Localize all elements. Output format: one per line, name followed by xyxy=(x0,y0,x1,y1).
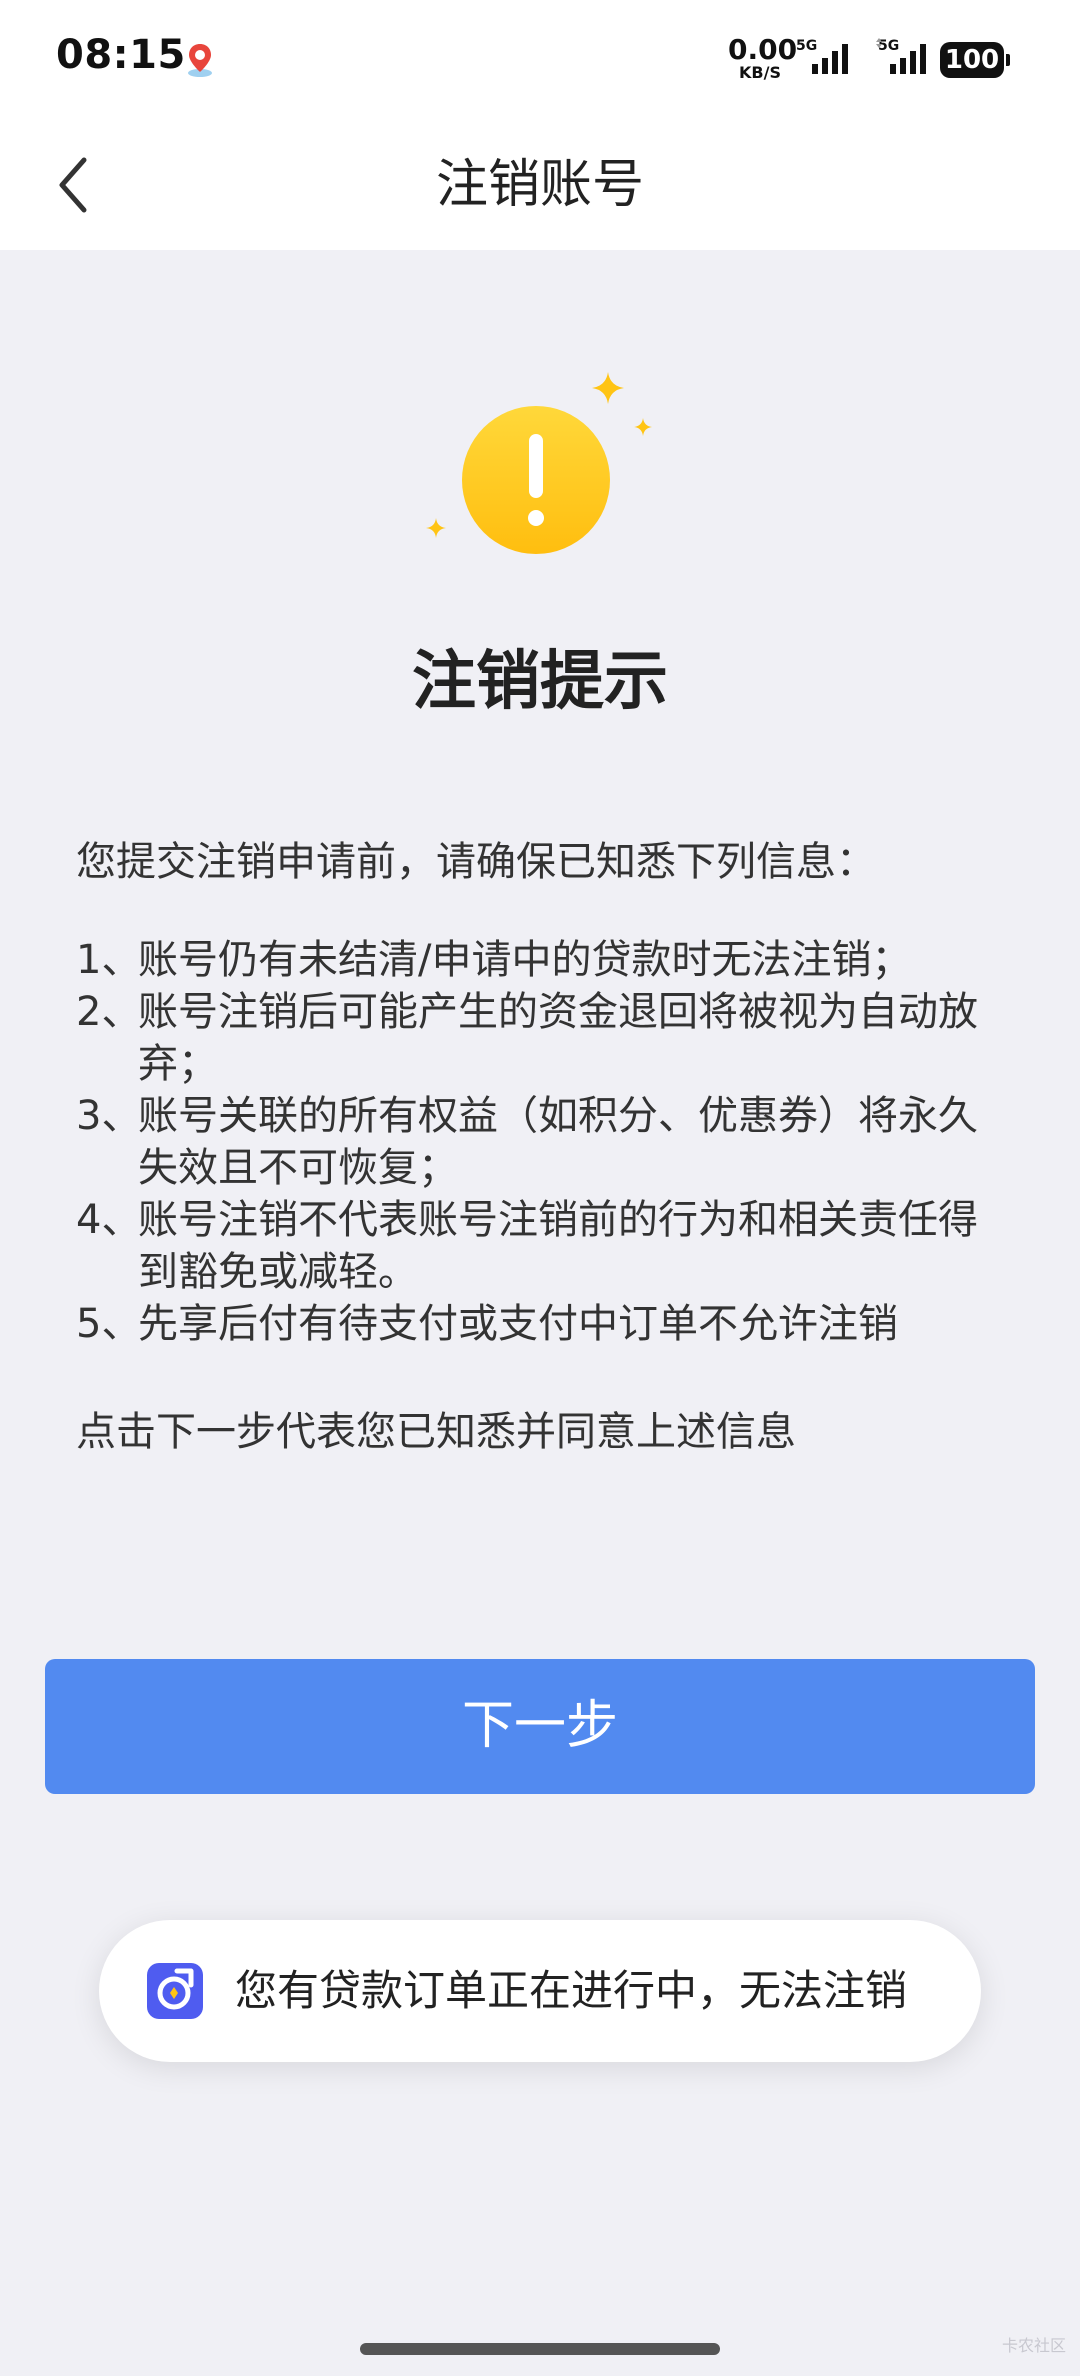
signal-icon: 5G xyxy=(874,38,934,78)
notice-intro: 您提交注销申请前，请确保已知悉下列信息： xyxy=(76,839,876,885)
toast-text: 您有贷款订单正在进行中，无法注销 xyxy=(235,1966,908,2015)
watermark: 卡农社区 xyxy=(1001,2336,1066,2355)
app-logo-icon xyxy=(147,1963,203,2019)
next-step-button[interactable]: 下一步 xyxy=(45,1659,1035,1794)
network-speed: 0.00 KB/S xyxy=(728,33,798,82)
notice-item: 1、 账号仍有未结清/申请中的贷款时无法注销； xyxy=(76,934,1016,986)
status-bar: 08:15 0.00 KB/S 5G 5G 100 xyxy=(0,0,1080,120)
notice-item-number: 4、 xyxy=(76,1197,142,1243)
notice-item-number: 5、 xyxy=(76,1301,142,1347)
notice-item-number: 3、 xyxy=(76,1093,142,1139)
agreement-text: 点击下一步代表您已知悉并同意上述信息 xyxy=(76,1409,796,1455)
battery-indicator: 100 xyxy=(940,42,1010,78)
notice-item: 2、 账号注销后可能产生的资金退回将被视为自动放弃； xyxy=(76,986,1016,1090)
chevron-left-icon xyxy=(59,157,87,213)
notice-item-text: 账号注销后可能产生的资金退回将被视为自动放弃； xyxy=(138,989,978,1087)
net-speed-unit: KB/S xyxy=(739,63,781,82)
notice-item-number: 1、 xyxy=(76,937,142,983)
notice-content: 您提交注销申请前，请确保已知悉下列信息： 1、 账号仍有未结清/申请中的贷款时无… xyxy=(76,836,1016,1458)
toast-message: 您有贷款订单正在进行中，无法注销 xyxy=(99,1920,981,2062)
nav-bar: 注销账号 xyxy=(0,120,1080,250)
back-button[interactable] xyxy=(44,150,114,220)
notice-item: 4、 账号注销不代表账号注销前的行为和相关责任得到豁免或减轻。 xyxy=(76,1194,1016,1298)
home-indicator[interactable] xyxy=(360,2343,720,2355)
notice-item: 3、 账号关联的所有权益（如积分、优惠券）将永久失效且不可恢复； xyxy=(76,1090,1016,1194)
notice-item-text: 账号仍有未结清/申请中的贷款时无法注销； xyxy=(138,937,912,983)
page-title: 注销账号 xyxy=(435,155,644,215)
map-pin-icon xyxy=(188,44,212,77)
notice-heading: 注销提示 xyxy=(412,645,668,719)
notice-list: 1、 账号仍有未结清/申请中的贷款时无法注销； 2、 账号注销后可能产生的资金退… xyxy=(76,934,1016,1350)
warning-exclamation-icon xyxy=(426,372,652,554)
notice-item-number: 2、 xyxy=(76,989,142,1035)
notice-item: 5、 先享后付有待支付或支付中订单不允许注销 xyxy=(76,1298,1016,1350)
notice-item-text: 账号注销不代表账号注销前的行为和相关责任得到豁免或减轻。 xyxy=(138,1197,978,1295)
status-time: 08:15 xyxy=(56,32,186,78)
notice-item-text: 先享后付有待支付或支付中订单不允许注销 xyxy=(138,1301,898,1347)
net-speed-value: 0.00 xyxy=(728,33,798,66)
signal-icon: 5G xyxy=(796,38,856,78)
notice-item-text: 账号关联的所有权益（如积分、优惠券）将永久失效且不可恢复； xyxy=(138,1093,978,1191)
